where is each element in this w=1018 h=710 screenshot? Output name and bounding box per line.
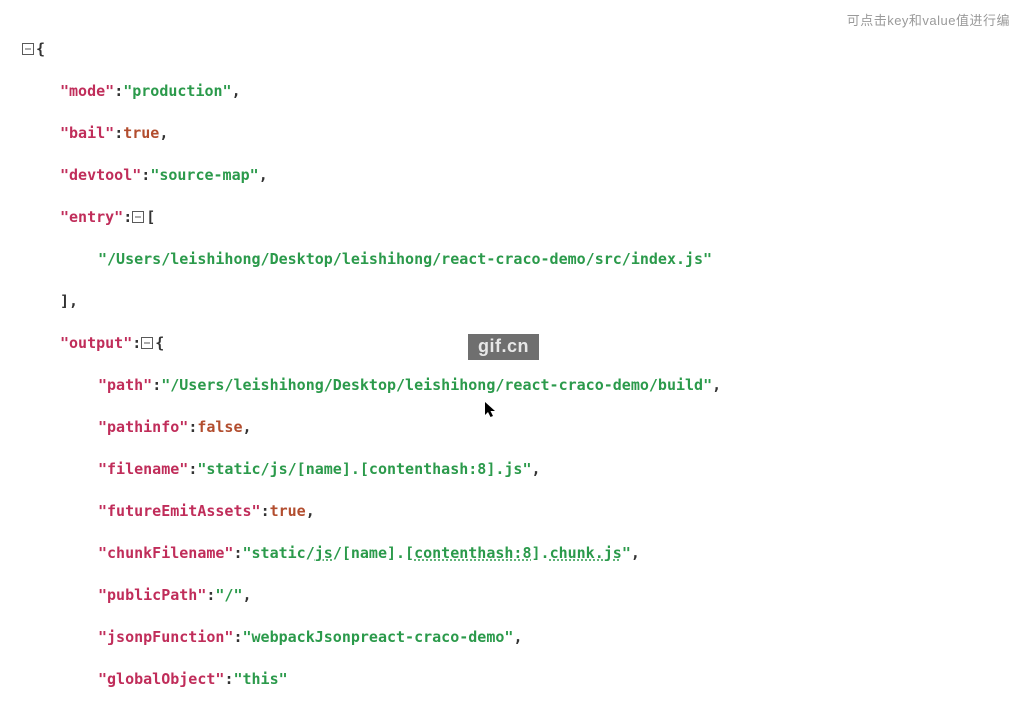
key-output[interactable]: "output" bbox=[60, 334, 132, 352]
key-devtool[interactable]: "devtool" bbox=[60, 166, 141, 184]
val-devtool[interactable]: "source-map" bbox=[150, 166, 258, 184]
brace-open: { bbox=[36, 40, 45, 58]
val-output-chunkfilename[interactable]: "static/js/[name].[contenthash:8].chunk.… bbox=[243, 544, 631, 562]
json-tree: { "mode":"production", "bail":true, "dev… bbox=[22, 18, 721, 710]
key-entry[interactable]: "entry" bbox=[60, 208, 123, 226]
val-output-pathinfo[interactable]: false bbox=[197, 418, 242, 436]
collapse-icon[interactable] bbox=[141, 337, 153, 349]
key-output-globalobject[interactable]: "globalObject" bbox=[98, 670, 224, 688]
bracket-open: [ bbox=[146, 208, 155, 226]
editor-hint: 可点击key和value值进行编 bbox=[847, 10, 1010, 31]
val-mode[interactable]: "production" bbox=[123, 82, 231, 100]
val-output-futureemit[interactable]: true bbox=[270, 502, 306, 520]
key-output-futureemit[interactable]: "futureEmitAssets" bbox=[98, 502, 261, 520]
val-output-jsonpfunction[interactable]: "webpackJsonpreact-craco-demo" bbox=[243, 628, 514, 646]
val-output-publicpath[interactable]: "/" bbox=[215, 586, 242, 604]
val-entry-0[interactable]: "/Users/leishihong/Desktop/leishihong/re… bbox=[98, 250, 712, 268]
key-bail[interactable]: "bail" bbox=[60, 124, 114, 142]
brace-open: { bbox=[155, 334, 164, 352]
watermark-badge: gif.cn bbox=[468, 334, 539, 360]
val-bail[interactable]: true bbox=[123, 124, 159, 142]
key-output-path[interactable]: "path" bbox=[98, 376, 152, 394]
key-output-chunkfilename[interactable]: "chunkFilename" bbox=[98, 544, 233, 562]
key-output-filename[interactable]: "filename" bbox=[98, 460, 188, 478]
key-output-publicpath[interactable]: "publicPath" bbox=[98, 586, 206, 604]
val-output-filename[interactable]: "static/js/[name].[contenthash:8].js" bbox=[197, 460, 531, 478]
val-output-path[interactable]: "/Users/leishihong/Desktop/leishihong/re… bbox=[161, 376, 712, 394]
bracket-close: ], bbox=[60, 292, 78, 310]
key-mode[interactable]: "mode" bbox=[60, 82, 114, 100]
collapse-icon[interactable] bbox=[132, 211, 144, 223]
key-output-jsonpfunction[interactable]: "jsonpFunction" bbox=[98, 628, 233, 646]
val-output-globalobject[interactable]: "this" bbox=[233, 670, 287, 688]
collapse-icon[interactable] bbox=[22, 43, 34, 55]
key-output-pathinfo[interactable]: "pathinfo" bbox=[98, 418, 188, 436]
